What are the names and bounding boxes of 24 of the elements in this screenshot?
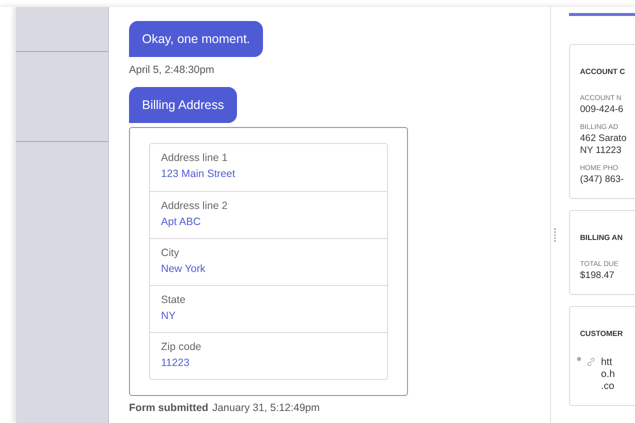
field-value: 11223 <box>161 357 190 369</box>
active-tab-indicator <box>569 13 635 16</box>
link-text[interactable]: htt o.h .co <box>601 357 615 393</box>
info-value: 009-424-6 <box>580 104 624 116</box>
info-value: $198.47 <box>580 270 616 282</box>
info-value: (347) 863- <box>580 174 625 186</box>
field-value: New York <box>161 263 206 275</box>
timestamp: January 31, 5:12:49pm <box>212 402 320 414</box>
link-icon <box>586 357 596 367</box>
timestamp: April 5, 2:48:30pm <box>129 64 216 76</box>
field-value: NY <box>161 310 177 322</box>
drag-handle-icon[interactable] <box>554 228 556 242</box>
field-value: Apt ABC <box>161 216 202 228</box>
field-value: 123 Main Street <box>161 168 236 180</box>
field-label: State <box>161 294 187 306</box>
chat-bubble: Okay, one moment. <box>129 21 264 57</box>
form-status: Form submitted <box>129 402 208 414</box>
field-label: City <box>161 247 180 259</box>
field-label: Address line 1 <box>161 152 229 164</box>
chat-bubble: Billing Address <box>129 87 237 123</box>
field-label: Address line 2 <box>161 200 229 212</box>
timeline-dot-icon <box>577 357 581 361</box>
info-value: 462 Sarato NY 11223 <box>580 133 628 157</box>
field-label: Zip code <box>161 341 202 353</box>
